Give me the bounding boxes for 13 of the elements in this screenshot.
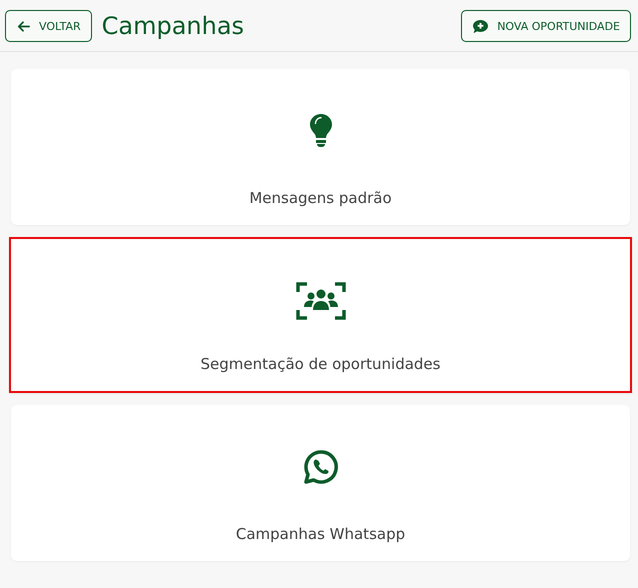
chat-plus-icon: [472, 18, 490, 34]
card-label: Segmentação de oportunidades: [200, 355, 440, 373]
menu-card[interactable]: Segmentação de oportunidades: [9, 237, 632, 393]
whatsapp-icon: [302, 447, 338, 487]
new-opportunity-button[interactable]: NOVA OPORTUNIDADE: [461, 10, 631, 42]
back-button[interactable]: VOLTAR: [5, 10, 92, 42]
page-title: Campanhas: [102, 12, 244, 40]
menu-card[interactable]: Campanhas Whatsapp: [11, 405, 630, 561]
card-label: Mensagens padrão: [249, 189, 392, 207]
menu-card[interactable]: Mensagens padrão: [11, 69, 630, 225]
card-label: Campanhas Whatsapp: [236, 525, 406, 543]
back-arrow-icon: [16, 18, 31, 34]
group-frame-icon: [296, 281, 346, 321]
